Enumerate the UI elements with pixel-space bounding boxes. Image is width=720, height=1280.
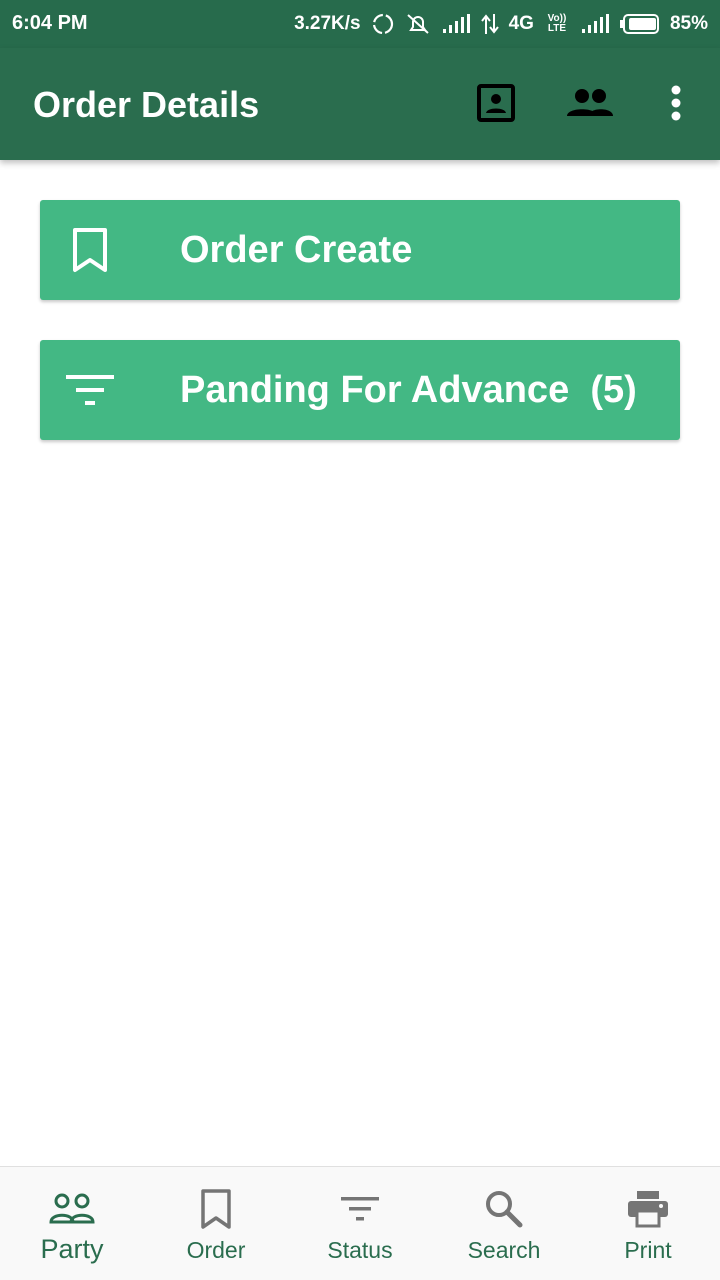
signal-icon-1: [441, 14, 471, 34]
order-create-label: Order Create: [180, 228, 413, 271]
pending-advance-label: Panding For Advance (5): [180, 368, 637, 411]
status-bar: 6:04 PM 3.27K/s 4G Vo)) LTE 85%: [0, 0, 720, 48]
print-icon: [627, 1187, 669, 1231]
more-vert-icon: [670, 85, 682, 126]
nav-status[interactable]: Status: [288, 1167, 432, 1280]
bookmark-icon: [40, 200, 140, 300]
nav-search-label: Search: [467, 1237, 541, 1263]
filter-icon: [341, 1187, 379, 1231]
filter-icon: [40, 340, 140, 440]
volte-icon: Vo)) LTE: [547, 13, 567, 34]
contact-button[interactable]: [471, 78, 521, 132]
search-icon: [485, 1187, 523, 1231]
status-time: 6:04 PM: [12, 12, 88, 34]
nav-party[interactable]: Party: [0, 1167, 144, 1280]
nav-order[interactable]: Order: [144, 1167, 288, 1280]
pending-advance-card[interactable]: Panding For Advance (5): [40, 340, 680, 440]
overflow-menu-button[interactable]: [651, 78, 701, 132]
group-icon: [566, 87, 614, 124]
nav-party-label: Party: [40, 1234, 104, 1264]
bookmark-icon: [200, 1187, 232, 1231]
battery-percent: 85%: [669, 13, 708, 34]
bottom-navigation: Party Order Status Search Print: [0, 1166, 720, 1280]
contact-icon: [477, 83, 515, 127]
signal-icon-2: [580, 14, 610, 34]
data-arrows-icon: [480, 13, 499, 35]
group-button[interactable]: [565, 78, 615, 132]
nav-print-label: Print: [624, 1237, 672, 1263]
people-outline-icon: [49, 1187, 95, 1231]
alarm-off-icon: [405, 12, 431, 36]
nav-search[interactable]: Search: [432, 1167, 576, 1280]
network-type: 4G: [508, 13, 534, 34]
page-title: Order Details: [33, 84, 260, 125]
battery-icon: [619, 14, 660, 34]
app-bar: Order Details: [0, 48, 720, 160]
network-speed: 3.27K/s: [294, 13, 361, 34]
nav-order-label: Order: [186, 1237, 246, 1263]
order-create-card[interactable]: Order Create: [40, 200, 680, 300]
nav-print[interactable]: Print: [576, 1167, 720, 1280]
sync-icon: [371, 12, 395, 36]
nav-status-label: Status: [327, 1237, 393, 1263]
status-indicators: 3.27K/s 4G Vo)) LTE 85%: [294, 0, 708, 48]
